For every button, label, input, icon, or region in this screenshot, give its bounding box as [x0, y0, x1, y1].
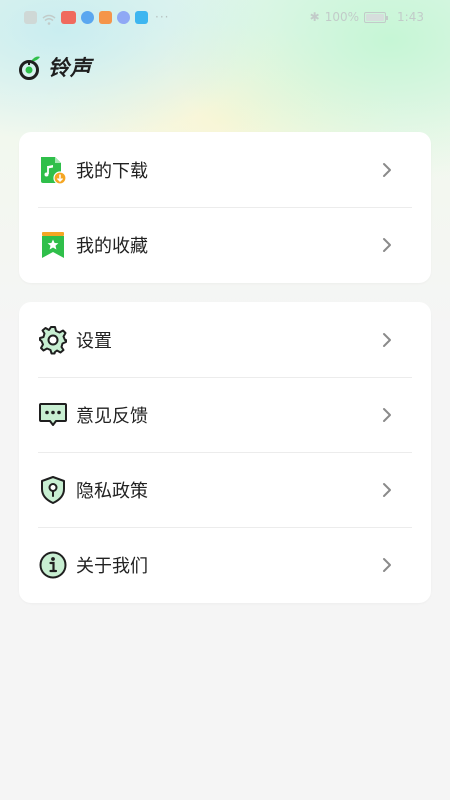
app-header: 铃声 — [18, 52, 92, 82]
feedback-chat-icon — [38, 400, 68, 430]
notification-icon — [24, 10, 37, 24]
clock: 1:43 — [397, 10, 424, 24]
status-bar-right: ✱ 100% 1:43 — [310, 10, 424, 24]
app-logo-icon — [18, 53, 42, 81]
menu-item-feedback[interactable]: 意见反馈 — [19, 377, 431, 452]
library-card: 我的下载 我的收藏 — [19, 132, 431, 283]
menu-item-label: 我的收藏 — [76, 235, 148, 257]
chevron-right-icon — [367, 545, 407, 585]
chevron-right-icon — [367, 470, 407, 510]
chevron-right-icon — [367, 150, 407, 190]
menu-item-label: 设置 — [76, 330, 112, 352]
battery-icon — [364, 11, 389, 23]
app-blue-icon — [81, 10, 94, 24]
search-icon — [135, 10, 148, 24]
menu-item-my-favorites[interactable]: 我的收藏 — [19, 207, 431, 282]
menu-item-settings[interactable]: 设置 — [19, 302, 431, 377]
battery-percent: 100% — [324, 10, 360, 24]
menu-item-privacy-policy[interactable]: 隐私政策 — [19, 452, 431, 527]
menu-item-label: 关于我们 — [76, 555, 148, 577]
shield-icon — [38, 475, 68, 505]
app-title: 铃声 — [48, 56, 92, 80]
music-icon — [117, 10, 130, 24]
menu-item-label: 隐私政策 — [76, 480, 148, 502]
chevron-right-icon — [367, 395, 407, 435]
status-bar: ··· ✱ 100% 1:43 — [0, 0, 450, 34]
music-download-icon — [38, 155, 68, 185]
wifi-icon — [42, 11, 56, 25]
more-notifications-icon: ··· — [155, 10, 170, 24]
chevron-right-icon — [367, 320, 407, 360]
chevron-right-icon — [367, 225, 407, 265]
info-icon — [38, 550, 68, 580]
app-orange-icon — [99, 10, 112, 24]
bookmark-star-icon — [38, 230, 68, 260]
menu-item-label: 我的下载 — [76, 160, 148, 182]
app-red-icon — [61, 10, 76, 24]
menu-item-my-downloads[interactable]: 我的下载 — [19, 132, 431, 207]
menu-item-about-us[interactable]: 关于我们 — [19, 527, 431, 602]
bluetooth-icon: ✱ — [309, 10, 320, 24]
menu-item-label: 意见反馈 — [76, 405, 148, 427]
status-bar-left: ··· — [24, 10, 170, 25]
gear-icon — [38, 325, 68, 355]
settings-card: 设置 意见反馈 隐私政策 关于我们 — [19, 302, 431, 603]
